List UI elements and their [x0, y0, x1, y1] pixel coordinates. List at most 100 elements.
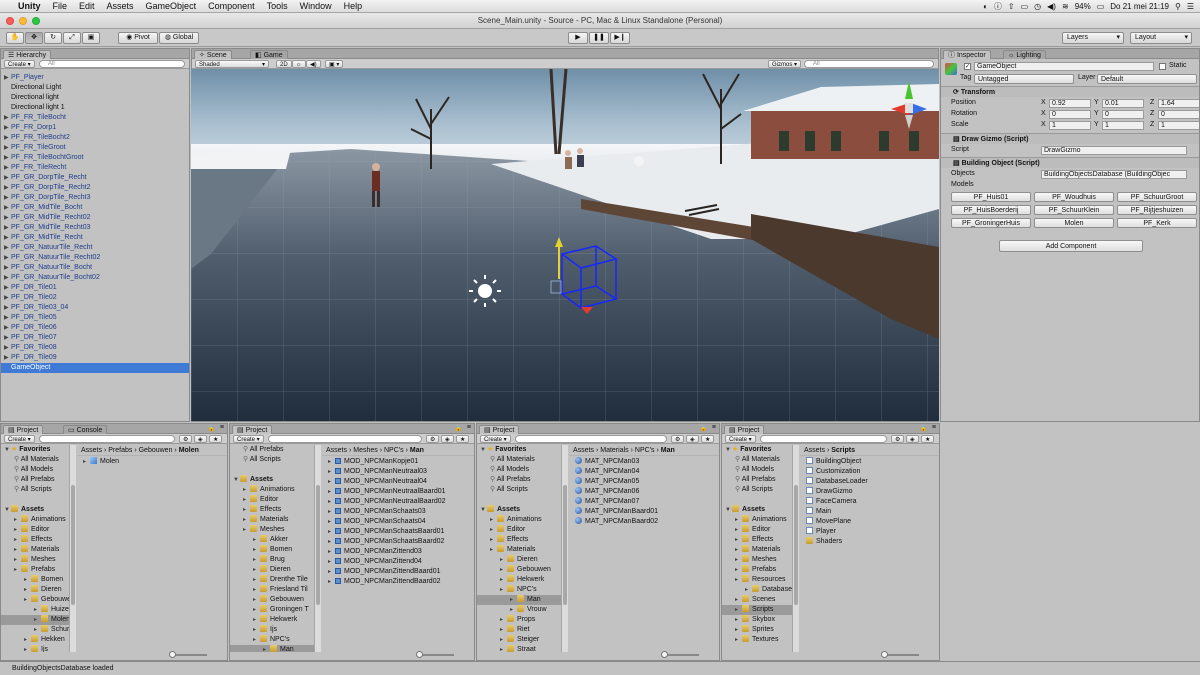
notification-center-icon[interactable]: ☰: [1187, 2, 1194, 11]
layers-dropdown[interactable]: Layers ▾: [1062, 32, 1124, 44]
expand-arrow-icon[interactable]: ▸: [328, 487, 335, 497]
menu-assets[interactable]: Assets: [101, 1, 140, 11]
expand-arrow-icon[interactable]: ▼: [480, 505, 487, 515]
folder-tree-item[interactable]: ▸ Resources: [722, 575, 792, 585]
breadcrumb-item[interactable]: Molen: [179, 447, 199, 454]
breadcrumb-item[interactable]: Man: [661, 447, 675, 454]
hierarchy-item[interactable]: ▶ PF_GR_NatuurTile_Recht02: [1, 253, 189, 263]
expand-arrow-icon[interactable]: ▸: [253, 585, 260, 595]
expand-arrow-icon[interactable]: ▸: [745, 585, 752, 595]
expand-arrow-icon[interactable]: ▸: [14, 565, 21, 575]
pause-button[interactable]: ❚❚: [589, 32, 609, 44]
hierarchy-item[interactable]: ▶ PF_GR_NatuurTile_Recht: [1, 243, 189, 253]
expand-arrow-icon[interactable]: ▶: [4, 273, 11, 283]
menu-component[interactable]: Component: [202, 1, 261, 11]
icon-size-slider[interactable]: [169, 651, 207, 658]
add-component-button[interactable]: Add Component: [999, 240, 1143, 252]
asset-item[interactable]: ▸ MOD_NPCManNeutraalBaard02: [322, 497, 474, 507]
menu-tools[interactable]: Tools: [261, 1, 294, 11]
folder-tree-item[interactable]: ▸ Brug: [230, 555, 314, 565]
expand-arrow-icon[interactable]: ▸: [735, 555, 742, 565]
folder-tree-item[interactable]: ⚲ All Scripts: [230, 455, 314, 465]
icon-size-slider[interactable]: [881, 651, 919, 658]
expand-arrow-icon[interactable]: ▸: [14, 525, 21, 535]
minimize-window-button[interactable]: [19, 17, 27, 25]
play-button[interactable]: ▶: [568, 32, 588, 44]
expand-arrow-icon[interactable]: ▼: [725, 445, 732, 455]
scale-tool-button[interactable]: ⤢: [63, 32, 81, 44]
expand-arrow-icon[interactable]: ▶: [4, 343, 11, 353]
breadcrumb-item[interactable]: NPC's: [384, 447, 404, 454]
folder-tree-item[interactable]: ⚲ All Materials: [1, 455, 69, 465]
folder-tree-item[interactable]: ▸ Skybox: [722, 615, 792, 625]
folder-tree-item[interactable]: ▸ Dieren: [1, 585, 69, 595]
expand-arrow-icon[interactable]: ▸: [253, 595, 260, 605]
layout-dropdown[interactable]: Layout ▾: [1130, 32, 1192, 44]
expand-arrow-icon[interactable]: ▶: [4, 353, 11, 363]
hierarchy-item[interactable]: ▶ PF_GR_DorpTile_Recht3: [1, 193, 189, 203]
filter-type-icon[interactable]: ⚙: [426, 435, 440, 443]
hierarchy-item[interactable]: ▶ PF_FR_TileGroot: [1, 143, 189, 153]
folder-tree-item[interactable]: ▸ Straat: [477, 645, 561, 652]
folder-tree-item[interactable]: ▸ Gebouwen: [1, 595, 69, 605]
folder-tree-item[interactable]: ⚲ All Scripts: [1, 485, 69, 495]
folder-tree-item[interactable]: ▸ Bomen: [230, 545, 314, 555]
filter-label-icon[interactable]: ◈: [441, 435, 454, 443]
menu-gameobject[interactable]: GameObject: [140, 1, 203, 11]
breadcrumb-item[interactable]: Assets: [804, 447, 825, 454]
asset-item[interactable]: Customization: [800, 467, 939, 477]
asset-item[interactable]: ▸ Molen: [77, 457, 227, 467]
breadcrumb-item[interactable]: NPC's: [635, 447, 655, 454]
folder-tree-item[interactable]: ▸ Editor: [722, 525, 792, 535]
gameobject-name-field[interactable]: GameObject: [974, 62, 1154, 71]
expand-arrow-icon[interactable]: ▸: [263, 645, 270, 652]
hierarchy-item[interactable]: ▶ PF_FR_TileBochtGroot: [1, 153, 189, 163]
folder-tree-item[interactable]: ▸ Drenthe Tile: [230, 575, 314, 585]
model-button[interactable]: PF_Woudhuis: [1034, 192, 1114, 202]
expand-arrow-icon[interactable]: ▶: [4, 283, 11, 293]
expand-arrow-icon[interactable]: ▸: [735, 615, 742, 625]
expand-arrow-icon[interactable]: ▸: [14, 515, 21, 525]
scene-viewport[interactable]: [191, 69, 939, 421]
lock-icon[interactable]: 🔒: [208, 425, 215, 432]
tab-scene[interactable]: ✧ Scene: [194, 50, 232, 59]
expand-arrow-icon[interactable]: ▸: [328, 497, 335, 507]
folder-tree-item[interactable]: ▼ Assets: [1, 505, 69, 515]
tab-project[interactable]: ▤ Project: [232, 425, 273, 434]
hierarchy-item[interactable]: ▶ PF_GR_DorpTile_Recht2: [1, 183, 189, 193]
asset-item[interactable]: ▸ MOD_NPCManSchaatsBaard02: [322, 537, 474, 547]
filter-type-icon[interactable]: ⚙: [891, 435, 905, 443]
project-create-button[interactable]: Create ▾: [233, 435, 264, 443]
menu-file[interactable]: File: [47, 1, 74, 11]
expand-arrow-icon[interactable]: ▶: [4, 223, 11, 233]
expand-arrow-icon[interactable]: ▶: [4, 123, 11, 133]
app-menu[interactable]: Unity: [12, 1, 47, 11]
wifi-icon[interactable]: ≋: [1062, 2, 1069, 11]
mode-2d-toggle[interactable]: 2D: [276, 60, 292, 68]
expand-arrow-icon[interactable]: ▶: [4, 73, 11, 83]
folder-tree-item[interactable]: ▸ Hekwerk: [477, 575, 561, 585]
expand-arrow-icon[interactable]: ▸: [328, 527, 335, 537]
folder-tree-item[interactable]: ▸ Animations: [1, 515, 69, 525]
folder-tree-item[interactable]: ▸ Dieren: [230, 565, 314, 575]
folder-tree-item[interactable]: ▸ Man: [230, 645, 314, 652]
rect-tool-button[interactable]: ▣: [82, 32, 100, 44]
folder-tree-item[interactable]: ▸ Scenes: [722, 595, 792, 605]
tab-project[interactable]: ▤ Project: [724, 425, 765, 434]
battery-icon[interactable]: ▭: [1097, 2, 1105, 11]
folder-tree-item[interactable]: ▸ Sprites: [722, 625, 792, 635]
folder-tree-item[interactable]: ⚲ All Materials: [477, 455, 561, 465]
folder-tree-item[interactable]: ▸ Meshes: [230, 525, 314, 535]
asset-item[interactable]: ▸ MOD_NPCManZittendBaard02: [322, 577, 474, 587]
breadcrumb-item[interactable]: Assets: [81, 447, 102, 454]
menu-edit[interactable]: Edit: [73, 1, 101, 11]
expand-arrow-icon[interactable]: ▶: [4, 163, 11, 173]
expand-arrow-icon[interactable]: ▸: [500, 615, 507, 625]
expand-arrow-icon[interactable]: ▸: [34, 615, 41, 625]
spotlight-icon[interactable]: ⚲: [1175, 2, 1181, 11]
folder-tree-item[interactable]: ▸ Huizen: [1, 605, 69, 615]
expand-arrow-icon[interactable]: ▸: [735, 565, 742, 575]
rotation-y-field[interactable]: 0: [1102, 110, 1144, 119]
asset-item[interactable]: FaceCamera: [800, 497, 939, 507]
expand-arrow-icon[interactable]: ▸: [24, 595, 31, 605]
